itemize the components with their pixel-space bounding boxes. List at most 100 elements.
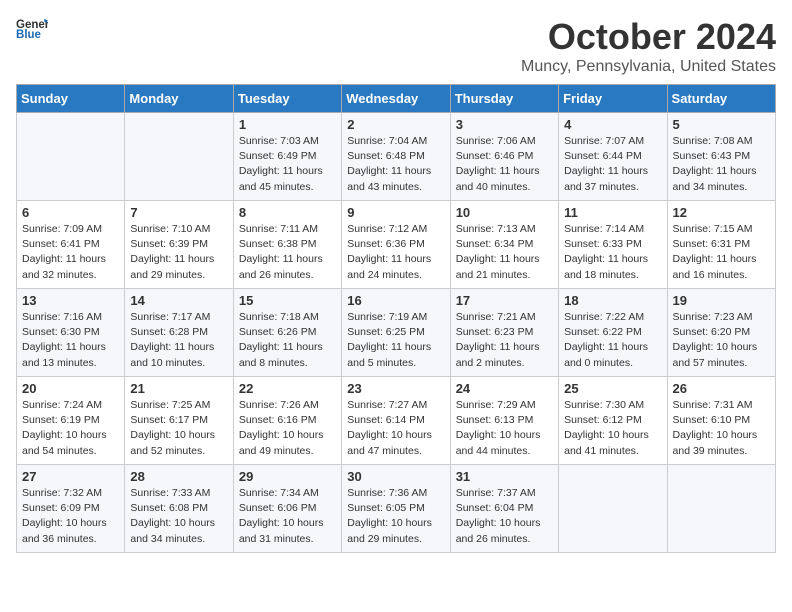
day-info: Sunrise: 7:30 AM Sunset: 6:12 PM Dayligh…	[564, 398, 661, 459]
day-number: 30	[347, 469, 444, 484]
day-info: Sunrise: 7:12 AM Sunset: 6:36 PM Dayligh…	[347, 222, 444, 283]
calendar-week-row: 27 Sunrise: 7:32 AM Sunset: 6:09 PM Dayli…	[17, 465, 776, 553]
calendar-cell: 12 Sunrise: 7:15 AM Sunset: 6:31 PM Dayli…	[667, 201, 775, 289]
day-number: 3	[456, 117, 553, 132]
day-info: Sunrise: 7:25 AM Sunset: 6:17 PM Dayligh…	[130, 398, 227, 459]
calendar-cell: 28 Sunrise: 7:33 AM Sunset: 6:08 PM Dayli…	[125, 465, 233, 553]
calendar-cell	[559, 465, 667, 553]
day-info: Sunrise: 7:09 AM Sunset: 6:41 PM Dayligh…	[22, 222, 119, 283]
calendar-cell: 2 Sunrise: 7:04 AM Sunset: 6:48 PM Daylig…	[342, 113, 450, 201]
day-number: 7	[130, 205, 227, 220]
day-info: Sunrise: 7:19 AM Sunset: 6:25 PM Dayligh…	[347, 310, 444, 371]
calendar-cell: 9 Sunrise: 7:12 AM Sunset: 6:36 PM Daylig…	[342, 201, 450, 289]
day-info: Sunrise: 7:21 AM Sunset: 6:23 PM Dayligh…	[456, 310, 553, 371]
calendar-week-row: 20 Sunrise: 7:24 AM Sunset: 6:19 PM Dayli…	[17, 377, 776, 465]
day-info: Sunrise: 7:13 AM Sunset: 6:34 PM Dayligh…	[456, 222, 553, 283]
day-number: 4	[564, 117, 661, 132]
day-number: 28	[130, 469, 227, 484]
day-number: 23	[347, 381, 444, 396]
day-number: 9	[347, 205, 444, 220]
page-title: October 2024	[521, 16, 776, 58]
calendar-cell: 22Sunrise: 7:26 AM Sunset: 6:16 PM Dayli…	[233, 377, 341, 465]
day-info: Sunrise: 7:34 AM Sunset: 6:06 PM Dayligh…	[239, 486, 336, 547]
calendar-cell: 6 Sunrise: 7:09 AM Sunset: 6:41 PM Daylig…	[17, 201, 125, 289]
calendar-cell: 14Sunrise: 7:17 AM Sunset: 6:28 PM Dayli…	[125, 289, 233, 377]
column-header-wednesday: Wednesday	[342, 85, 450, 113]
day-info: Sunrise: 7:26 AM Sunset: 6:16 PM Dayligh…	[239, 398, 336, 459]
calendar-cell: 3 Sunrise: 7:06 AM Sunset: 6:46 PM Daylig…	[450, 113, 558, 201]
calendar-week-row: 13Sunrise: 7:16 AM Sunset: 6:30 PM Dayli…	[17, 289, 776, 377]
logo-icon: General Blue	[16, 16, 48, 40]
column-header-monday: Monday	[125, 85, 233, 113]
day-number: 2	[347, 117, 444, 132]
day-number: 29	[239, 469, 336, 484]
calendar-cell: 21 Sunrise: 7:25 AM Sunset: 6:17 PM Dayli…	[125, 377, 233, 465]
calendar-cell: 15 Sunrise: 7:18 AM Sunset: 6:26 PM Dayli…	[233, 289, 341, 377]
day-number: 26	[673, 381, 770, 396]
day-info: Sunrise: 7:18 AM Sunset: 6:26 PM Dayligh…	[239, 310, 336, 371]
calendar-cell: 17 Sunrise: 7:21 AM Sunset: 6:23 PM Dayli…	[450, 289, 558, 377]
day-number: 19	[673, 293, 770, 308]
logo: General Blue	[16, 16, 48, 40]
calendar-cell: 30 Sunrise: 7:36 AM Sunset: 6:05 PM Dayli…	[342, 465, 450, 553]
calendar-cell	[667, 465, 775, 553]
calendar-cell: 13Sunrise: 7:16 AM Sunset: 6:30 PM Dayli…	[17, 289, 125, 377]
day-number: 10	[456, 205, 553, 220]
title-block: October 2024 Muncy, Pennsylvania, United…	[521, 16, 776, 76]
day-number: 20	[22, 381, 119, 396]
day-info: Sunrise: 7:07 AM Sunset: 6:44 PM Dayligh…	[564, 134, 661, 195]
day-info: Sunrise: 7:32 AM Sunset: 6:09 PM Dayligh…	[22, 486, 119, 547]
column-header-sunday: Sunday	[17, 85, 125, 113]
day-number: 11	[564, 205, 661, 220]
day-info: Sunrise: 7:33 AM Sunset: 6:08 PM Dayligh…	[130, 486, 227, 547]
calendar-week-row: 1Sunrise: 7:03 AM Sunset: 6:49 PM Daylig…	[17, 113, 776, 201]
column-header-friday: Friday	[559, 85, 667, 113]
day-info: Sunrise: 7:24 AM Sunset: 6:19 PM Dayligh…	[22, 398, 119, 459]
calendar-cell: 31 Sunrise: 7:37 AM Sunset: 6:04 PM Dayli…	[450, 465, 558, 553]
day-info: Sunrise: 7:27 AM Sunset: 6:14 PM Dayligh…	[347, 398, 444, 459]
calendar-cell: 7Sunrise: 7:10 AM Sunset: 6:39 PM Daylig…	[125, 201, 233, 289]
column-header-thursday: Thursday	[450, 85, 558, 113]
day-info: Sunrise: 7:08 AM Sunset: 6:43 PM Dayligh…	[673, 134, 770, 195]
day-number: 12	[673, 205, 770, 220]
day-info: Sunrise: 7:15 AM Sunset: 6:31 PM Dayligh…	[673, 222, 770, 283]
day-info: Sunrise: 7:16 AM Sunset: 6:30 PM Dayligh…	[22, 310, 119, 371]
day-number: 15	[239, 293, 336, 308]
day-info: Sunrise: 7:29 AM Sunset: 6:13 PM Dayligh…	[456, 398, 553, 459]
calendar-cell	[17, 113, 125, 201]
day-number: 21	[130, 381, 227, 396]
day-number: 16	[347, 293, 444, 308]
calendar-cell: 29 Sunrise: 7:34 AM Sunset: 6:06 PM Dayli…	[233, 465, 341, 553]
day-info: Sunrise: 7:31 AM Sunset: 6:10 PM Dayligh…	[673, 398, 770, 459]
day-info: Sunrise: 7:36 AM Sunset: 6:05 PM Dayligh…	[347, 486, 444, 547]
day-number: 25	[564, 381, 661, 396]
day-number: 27	[22, 469, 119, 484]
column-header-tuesday: Tuesday	[233, 85, 341, 113]
day-info: Sunrise: 7:37 AM Sunset: 6:04 PM Dayligh…	[456, 486, 553, 547]
calendar-cell: 23 Sunrise: 7:27 AM Sunset: 6:14 PM Dayli…	[342, 377, 450, 465]
calendar-cell: 27 Sunrise: 7:32 AM Sunset: 6:09 PM Dayli…	[17, 465, 125, 553]
calendar-cell: 20 Sunrise: 7:24 AM Sunset: 6:19 PM Dayli…	[17, 377, 125, 465]
calendar-week-row: 6 Sunrise: 7:09 AM Sunset: 6:41 PM Daylig…	[17, 201, 776, 289]
day-number: 6	[22, 205, 119, 220]
calendar-cell: 18Sunrise: 7:22 AM Sunset: 6:22 PM Dayli…	[559, 289, 667, 377]
day-info: Sunrise: 7:17 AM Sunset: 6:28 PM Dayligh…	[130, 310, 227, 371]
day-number: 18	[564, 293, 661, 308]
day-info: Sunrise: 7:23 AM Sunset: 6:20 PM Dayligh…	[673, 310, 770, 371]
calendar-header-row: SundayMondayTuesdayWednesdayThursdayFrid…	[17, 85, 776, 113]
day-info: Sunrise: 7:06 AM Sunset: 6:46 PM Dayligh…	[456, 134, 553, 195]
page-header: General Blue October 2024 Muncy, Pennsyl…	[16, 16, 776, 76]
day-number: 24	[456, 381, 553, 396]
svg-text:Blue: Blue	[16, 29, 42, 40]
day-info: Sunrise: 7:11 AM Sunset: 6:38 PM Dayligh…	[239, 222, 336, 283]
calendar-cell: 4 Sunrise: 7:07 AM Sunset: 6:44 PM Daylig…	[559, 113, 667, 201]
day-number: 31	[456, 469, 553, 484]
day-info: Sunrise: 7:04 AM Sunset: 6:48 PM Dayligh…	[347, 134, 444, 195]
location-subtitle: Muncy, Pennsylvania, United States	[521, 58, 776, 76]
day-info: Sunrise: 7:14 AM Sunset: 6:33 PM Dayligh…	[564, 222, 661, 283]
day-number: 1	[239, 117, 336, 132]
calendar-cell: 11 Sunrise: 7:14 AM Sunset: 6:33 PM Dayli…	[559, 201, 667, 289]
day-number: 17	[456, 293, 553, 308]
calendar-cell	[125, 113, 233, 201]
calendar-cell: 1Sunrise: 7:03 AM Sunset: 6:49 PM Daylig…	[233, 113, 341, 201]
